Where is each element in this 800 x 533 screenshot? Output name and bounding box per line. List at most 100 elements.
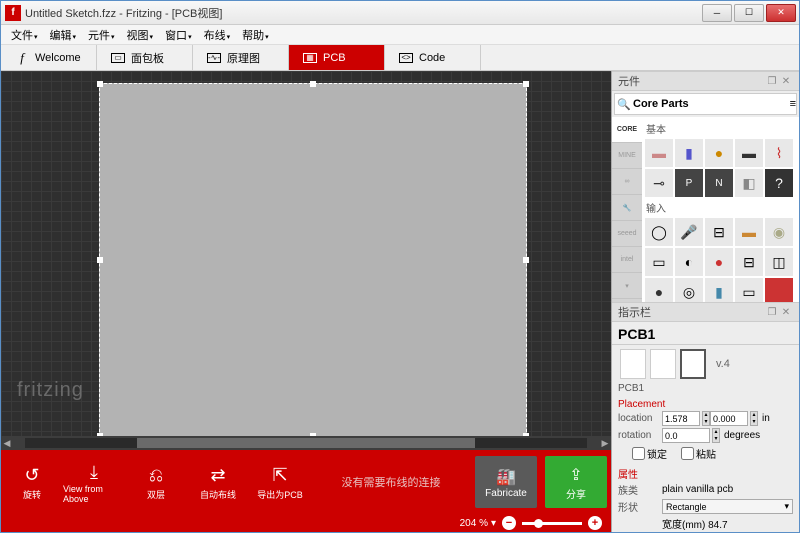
spinner[interactable]: ▴▾ (750, 411, 758, 426)
resize-handle[interactable] (523, 81, 529, 87)
part-tilt[interactable]: ◫ (765, 248, 793, 276)
export-button[interactable]: ⇱导出为PCB (249, 450, 311, 514)
share-button[interactable]: ⇪分享 (545, 456, 607, 508)
lock-checkbox[interactable]: 锁定 (632, 446, 667, 461)
spinner[interactable]: ▴▾ (712, 428, 720, 443)
cat-more[interactable]: ▾ (612, 273, 642, 299)
part-ic[interactable]: ▬ (735, 139, 763, 167)
rotation-unit: degrees (724, 430, 760, 441)
part-speaker[interactable]: ◯ (645, 218, 673, 246)
part-electrolytic[interactable]: ● (705, 139, 733, 167)
search-icon[interactable]: 🔍 (615, 98, 633, 111)
menu-edit[interactable]: 编辑▾ (44, 25, 83, 45)
part-mystery[interactable]: ? (765, 169, 793, 197)
scroll-left-icon[interactable]: ◀ (1, 438, 13, 449)
schematic-icon: -∿- (207, 53, 221, 63)
part-mic[interactable]: 🎤 (675, 218, 703, 246)
scroll-right-icon[interactable]: ▶ (599, 438, 611, 449)
tab-pcb[interactable]: ▦PCB (289, 45, 385, 70)
part-diode[interactable]: ⊸ (645, 169, 673, 197)
panel-restore-icon[interactable]: ❐ (765, 76, 779, 87)
autoroute-button[interactable]: ⇄自动布线 (187, 450, 249, 514)
resize-handle[interactable] (97, 81, 103, 87)
location-x-input[interactable]: 1.578 (662, 411, 700, 426)
cat-mine[interactable]: MINE (612, 143, 642, 169)
layers-button[interactable]: ⎌双层 (125, 450, 187, 514)
scroll-thumb[interactable] (137, 438, 474, 448)
zoom-thumb[interactable] (534, 519, 543, 528)
resize-handle[interactable] (97, 257, 103, 263)
part-photo[interactable]: ◎ (675, 278, 703, 302)
cat-intel[interactable]: intel (612, 247, 642, 273)
menu-file[interactable]: 文件▾ (5, 25, 44, 45)
menu-route[interactable]: 布线▾ (198, 25, 237, 45)
part-header[interactable]: ▬ (735, 218, 763, 246)
zoom-slider[interactable] (522, 522, 582, 525)
minimize-button[interactable]: ─ (702, 4, 732, 22)
inspector-panel-header: 指示栏 ❐ ✕ (612, 302, 799, 322)
part-relay[interactable]: ▭ (645, 248, 673, 276)
part-rfid[interactable]: ▭ (735, 278, 763, 302)
share-icon: ⇪ (569, 464, 582, 486)
resize-handle[interactable] (97, 433, 103, 436)
part-transistor-n[interactable]: N (705, 169, 733, 197)
part-slide[interactable]: ⊟ (735, 248, 763, 276)
spinner[interactable]: ▴▾ (702, 411, 710, 426)
resize-handle[interactable] (310, 81, 316, 87)
zoom-out-button[interactable]: − (502, 516, 516, 530)
part-board[interactable] (765, 278, 793, 302)
code-icon: <> (399, 53, 413, 63)
menu-view[interactable]: 视图▾ (121, 25, 160, 45)
tab-code[interactable]: <>Code (385, 45, 481, 70)
part-temp[interactable]: ▮ (705, 278, 733, 302)
part-inductor[interactable]: ⌇ (765, 139, 793, 167)
part-encoder[interactable]: ◉ (765, 218, 793, 246)
menubar: 文件▾ 编辑▾ 元件▾ 视图▾ 窗口▾ 布线▾ 帮助▾ (1, 25, 799, 45)
menu-parts[interactable]: 元件▾ (82, 25, 121, 45)
panel-restore-icon[interactable]: ❐ (765, 307, 779, 318)
cat-tools[interactable]: 🔧 (612, 195, 642, 221)
part-resistor[interactable]: ▬ (645, 139, 673, 167)
panel-close-icon[interactable]: ✕ (779, 76, 793, 87)
part-switch[interactable]: ⊟ (705, 218, 733, 246)
part-thumb-2[interactable] (650, 349, 676, 379)
tab-schematic[interactable]: -∿-原理图 (193, 45, 289, 70)
pcb-board[interactable] (99, 83, 527, 436)
part-thumb-1[interactable] (620, 349, 646, 379)
view-from-button[interactable]: ⤓View from Above (63, 450, 125, 514)
resize-handle[interactable] (523, 433, 529, 436)
cat-seeed[interactable]: seeed (612, 221, 642, 247)
fabricate-button[interactable]: 🏭Fabricate (475, 456, 537, 508)
zoom-in-button[interactable]: + (588, 516, 602, 530)
pcb-canvas[interactable]: fritzing (1, 71, 611, 436)
panel-close-icon[interactable]: ✕ (779, 307, 793, 318)
location-y-input[interactable]: 0.000 (710, 411, 748, 426)
resize-handle[interactable] (523, 257, 529, 263)
shape-select[interactable]: Rectangle▾ (662, 499, 793, 514)
rotate-button[interactable]: ↺旋转 (1, 450, 63, 514)
rotation-input[interactable]: 0.0 (662, 428, 710, 443)
part-transistor-p[interactable]: P (675, 169, 703, 197)
part-thumb-3[interactable] (680, 349, 706, 379)
cat-core[interactable]: CORE (612, 117, 642, 143)
parts-bin-title: Core Parts (633, 98, 790, 110)
close-button[interactable]: ✕ (766, 4, 796, 22)
parts-section-input: 输入 (644, 198, 797, 217)
part-crystal[interactable]: ◧ (735, 169, 763, 197)
resize-handle[interactable] (310, 433, 316, 436)
parts-menu-icon[interactable]: ≡ (790, 98, 796, 110)
part-piezo[interactable]: ● (645, 278, 673, 302)
menu-help[interactable]: 帮助▾ (236, 25, 275, 45)
sticky-checkbox[interactable]: 粘贴 (681, 446, 716, 461)
tab-welcome[interactable]: fWelcome (1, 45, 97, 70)
horizontal-scrollbar[interactable]: ◀ ▶ (1, 436, 611, 450)
maximize-button[interactable]: ☐ (734, 4, 764, 22)
tab-breadboard[interactable]: ▭面包板 (97, 45, 193, 70)
rotation-label: rotation (618, 430, 662, 441)
part-button[interactable]: ● (705, 248, 733, 276)
pcb-icon: ▦ (303, 53, 317, 63)
part-pot[interactable]: ◐ (675, 248, 703, 276)
menu-window[interactable]: 窗口▾ (159, 25, 198, 45)
part-capacitor[interactable]: ▮ (675, 139, 703, 167)
cat-arduino[interactable]: ∞ (612, 169, 642, 195)
